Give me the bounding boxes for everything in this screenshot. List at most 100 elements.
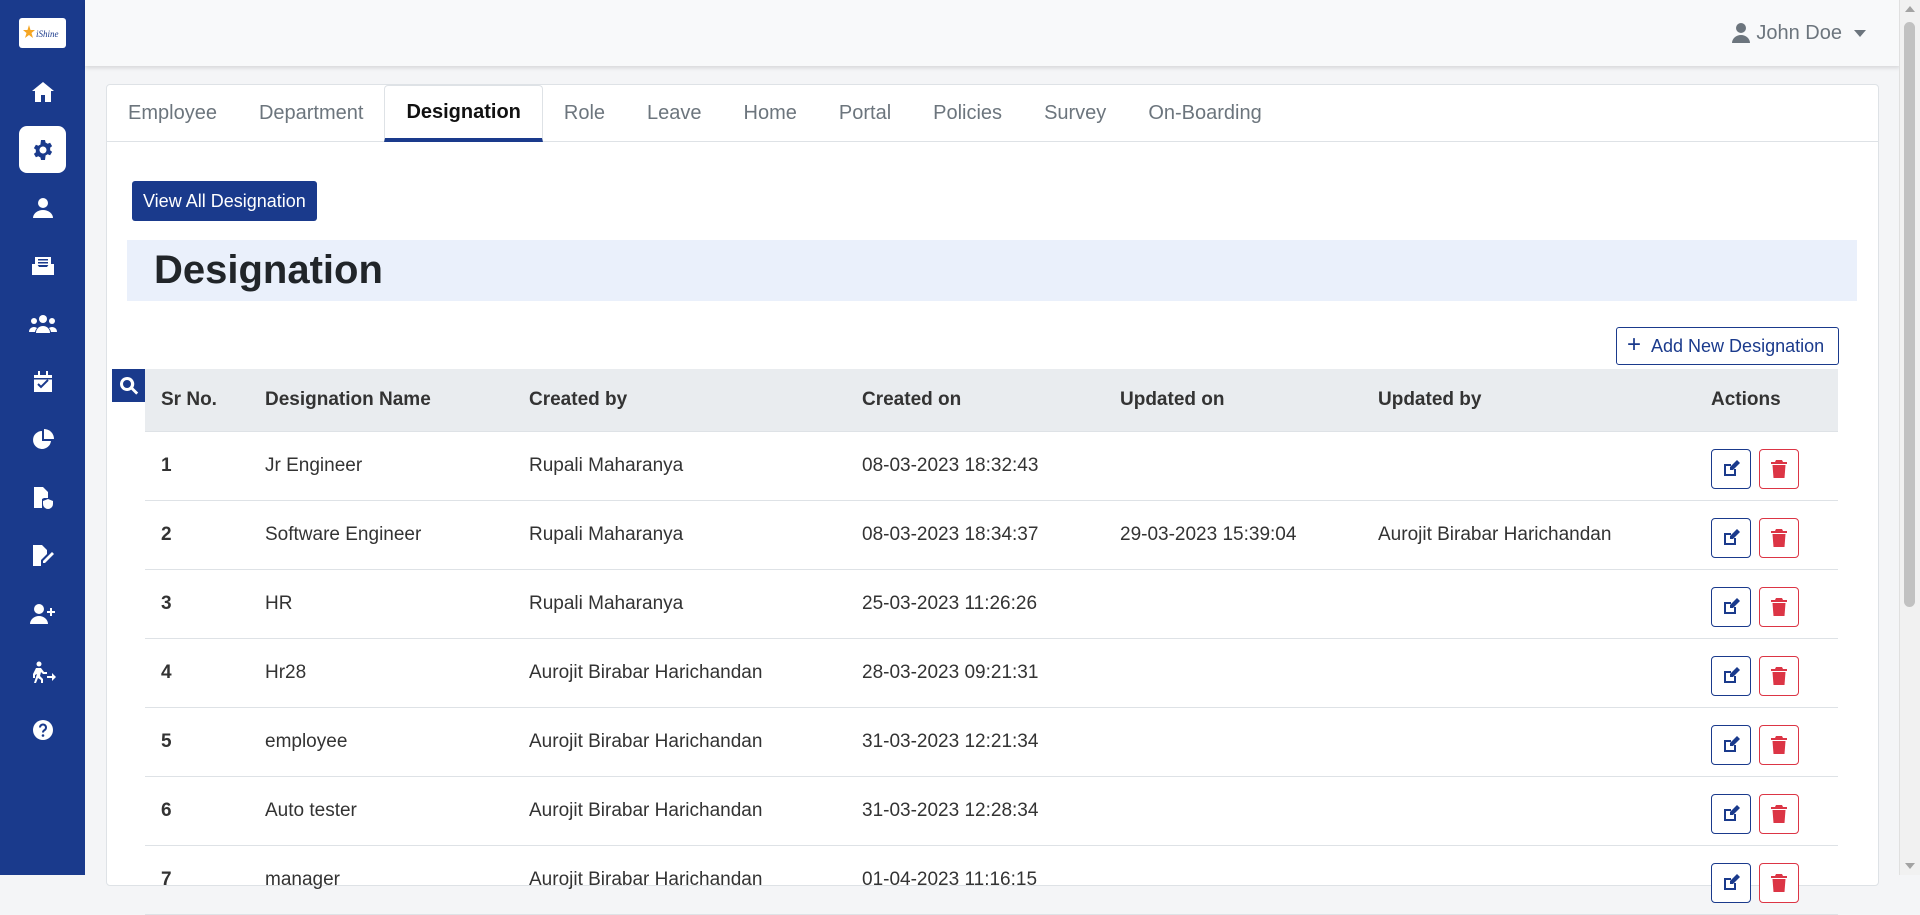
cell-updated-on bbox=[1104, 707, 1362, 776]
cell-sr-no: 7 bbox=[161, 868, 172, 890]
edit-button[interactable] bbox=[1711, 793, 1751, 834]
tab-home[interactable]: Home bbox=[723, 85, 818, 141]
table-search-button[interactable] bbox=[112, 369, 145, 402]
add-new-designation-button[interactable]: + Add New Designation bbox=[1616, 327, 1840, 365]
column-header-created-on[interactable]: Created on bbox=[846, 369, 1104, 431]
sidebar-item-reports[interactable] bbox=[19, 416, 66, 463]
cell-created-on: 31-03-2023 12:28:34 bbox=[862, 799, 1039, 821]
edit-button[interactable] bbox=[1711, 655, 1751, 696]
cell-updated-by bbox=[1362, 845, 1695, 914]
tab-designation[interactable]: Designation bbox=[384, 85, 543, 142]
column-header-updated-by[interactable]: Updated by bbox=[1362, 369, 1695, 431]
cell-created-on: 25-03-2023 11:26:26 bbox=[862, 592, 1038, 614]
cell-created-by: Aurojit Birabar Harichandan bbox=[529, 799, 763, 821]
cell-actions bbox=[1695, 569, 1838, 638]
column-header-updated-on[interactable]: Updated on bbox=[1104, 369, 1362, 431]
calendar-check-icon bbox=[33, 370, 52, 392]
cell-created-on: 28-03-2023 09:21:31 bbox=[862, 661, 1039, 683]
cell-updated-by bbox=[1362, 431, 1695, 500]
file-shield-icon bbox=[33, 486, 53, 509]
edit-icon bbox=[1724, 528, 1740, 545]
cell-created-on: 08-03-2023 18:32:43 bbox=[862, 454, 1039, 476]
cell-updated-on bbox=[1104, 638, 1362, 707]
table-row: 1 Jr Engineer Rupali Maharanya 08-03-2023 1… bbox=[145, 431, 1838, 500]
edit-icon bbox=[1724, 735, 1740, 752]
tab-portal[interactable]: Portal bbox=[818, 85, 912, 141]
cell-actions bbox=[1695, 500, 1838, 569]
sidebar-item-exit[interactable] bbox=[19, 648, 66, 695]
cell-designation-name: Jr Engineer bbox=[265, 454, 363, 476]
delete-button[interactable] bbox=[1759, 586, 1799, 627]
sidebar-item-calendar[interactable] bbox=[19, 358, 66, 405]
cell-updated-on: 29-03-2023 15:39:04 bbox=[1120, 523, 1297, 545]
cell-actions bbox=[1695, 776, 1838, 845]
edit-icon bbox=[1724, 873, 1740, 890]
tab-employee[interactable]: Employee bbox=[107, 85, 238, 141]
cell-sr-no: 3 bbox=[161, 592, 172, 614]
cell-designation-name: Hr28 bbox=[265, 661, 307, 683]
cell-sr-no: 6 bbox=[161, 799, 172, 821]
cell-updated-by: Aurojit Birabar Harichandan bbox=[1378, 523, 1612, 545]
user-menu-dropdown[interactable]: John Doe bbox=[1732, 20, 1866, 46]
tab-on-boarding[interactable]: On-Boarding bbox=[1127, 85, 1282, 141]
tab-policies[interactable]: Policies bbox=[912, 85, 1023, 141]
chevron-down-icon bbox=[1854, 29, 1866, 37]
edit-button[interactable] bbox=[1711, 517, 1751, 558]
column-header-sr-no[interactable]: Sr No. bbox=[145, 369, 249, 431]
app-logo[interactable]: iShine bbox=[19, 18, 66, 48]
sidebar-item-profile[interactable] bbox=[19, 184, 66, 231]
edit-button[interactable] bbox=[1711, 448, 1751, 489]
row-actions bbox=[1711, 586, 1822, 627]
cell-updated-on bbox=[1104, 431, 1362, 500]
delete-button[interactable] bbox=[1759, 793, 1799, 834]
tab-role[interactable]: Role bbox=[543, 85, 626, 141]
cell-sr-no: 4 bbox=[161, 661, 172, 683]
tab-leave[interactable]: Leave bbox=[626, 85, 723, 141]
sidebar-item-inbox[interactable] bbox=[19, 242, 66, 289]
pie-chart-icon bbox=[32, 428, 54, 449]
delete-button[interactable] bbox=[1759, 655, 1799, 696]
cell-updated-on bbox=[1104, 845, 1362, 914]
tab-survey[interactable]: Survey bbox=[1023, 85, 1127, 141]
sidebar-item-teams[interactable] bbox=[19, 300, 66, 347]
sidebar-item-help[interactable] bbox=[19, 706, 66, 753]
row-actions bbox=[1711, 793, 1822, 834]
column-header-designation-name[interactable]: Designation Name bbox=[249, 369, 513, 431]
scroll-up-arrow-icon[interactable] bbox=[1905, 6, 1915, 12]
cell-designation-name: manager bbox=[265, 868, 340, 890]
table-row: 3 HR Rupali Maharanya 25-03-2023 11:26:26 bbox=[145, 569, 1838, 638]
question-icon bbox=[32, 719, 53, 740]
sidebar-item-policies[interactable] bbox=[19, 474, 66, 521]
logo-mark-icon: iShine bbox=[22, 25, 59, 39]
delete-button[interactable] bbox=[1759, 448, 1799, 489]
cell-updated-by bbox=[1362, 707, 1695, 776]
cell-created-by: Rupali Maharanya bbox=[529, 592, 684, 614]
delete-button[interactable] bbox=[1759, 724, 1799, 765]
cell-created-by: Rupali Maharanya bbox=[529, 523, 684, 545]
table-body: 1 Jr Engineer Rupali Maharanya 08-03-2023 1… bbox=[145, 431, 1838, 914]
page-scrollbar[interactable] bbox=[1899, 0, 1920, 875]
column-header-created-by[interactable]: Created by bbox=[513, 369, 846, 431]
user-icon bbox=[1732, 23, 1751, 43]
cell-sr-no: 2 bbox=[161, 523, 172, 545]
sidebar-item-home[interactable] bbox=[19, 68, 66, 115]
trash-icon bbox=[1771, 873, 1787, 892]
sidebar-item-settings[interactable] bbox=[19, 126, 66, 173]
scrollbar-thumb[interactable] bbox=[1904, 22, 1915, 607]
view-all-designation-button[interactable]: View All Designation bbox=[132, 181, 317, 221]
edit-button[interactable] bbox=[1711, 724, 1751, 765]
table-header-row: Sr No. Designation Name Created by Creat… bbox=[145, 369, 1838, 431]
edit-button[interactable] bbox=[1711, 586, 1751, 627]
page-title: Designation bbox=[154, 248, 383, 292]
sidebar-item-documents[interactable] bbox=[19, 532, 66, 579]
cell-updated-on bbox=[1104, 776, 1362, 845]
sidebar-item-onboarding[interactable] bbox=[19, 590, 66, 637]
row-actions bbox=[1711, 724, 1822, 765]
edit-button[interactable] bbox=[1711, 862, 1751, 903]
cell-sr-no: 5 bbox=[161, 730, 172, 752]
tab-department[interactable]: Department bbox=[238, 85, 385, 141]
svg-text:iShine: iShine bbox=[36, 29, 59, 39]
scroll-down-arrow-icon[interactable] bbox=[1905, 863, 1915, 869]
delete-button[interactable] bbox=[1759, 862, 1799, 903]
delete-button[interactable] bbox=[1759, 517, 1799, 558]
